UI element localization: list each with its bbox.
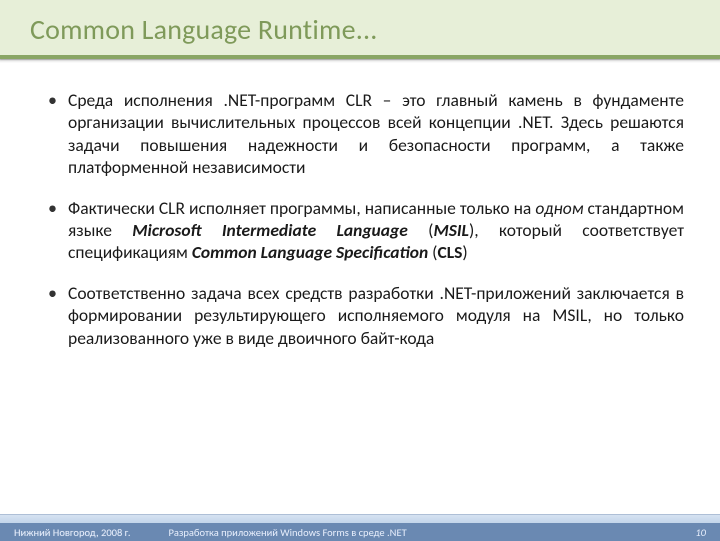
footer-bar: Нижний Новгород, 2008 г. Разработка прил… <box>0 523 720 541</box>
list-item: Фактически CLR исполняет программы, напи… <box>48 197 684 264</box>
slide-footer: Нижний Новгород, 2008 г. Разработка прил… <box>0 514 720 540</box>
page-number: 10 <box>695 526 706 539</box>
bullet-text: Соответственно задача всех средств разра… <box>68 282 684 349</box>
bullet-text: Фактически CLR исполняет программы, напи… <box>68 197 535 219</box>
title-divider <box>0 55 720 59</box>
bullet-text: ( <box>408 219 434 241</box>
title-band: Common Language Runtime... <box>0 0 720 55</box>
slide-title: Common Language Runtime... <box>30 12 720 47</box>
footer-center-text: Разработка приложений Windows Forms в ср… <box>168 526 695 539</box>
bullet-text: Среда исполнения .NET-программ CLR – это… <box>68 89 684 178</box>
bold-italic-text: MSIL <box>433 219 469 241</box>
bullet-text: ) <box>462 241 467 263</box>
list-item: Соответственно задача всех средств разра… <box>48 282 684 349</box>
slide-content: Среда исполнения .NET-программ CLR – это… <box>0 61 720 349</box>
italic-text: одном <box>535 197 583 219</box>
footer-gradient <box>0 514 720 523</box>
bold-italic-text: Common Language Specification <box>192 241 428 263</box>
bold-italic-text: Microsoft Intermediate Language <box>132 219 408 241</box>
list-item: Среда исполнения .NET-программ CLR – это… <box>48 89 684 179</box>
footer-left-text: Нижний Новгород, 2008 г. <box>14 526 130 539</box>
bullet-list: Среда исполнения .NET-программ CLR – это… <box>48 89 684 349</box>
bold-text: CLS <box>437 241 462 263</box>
